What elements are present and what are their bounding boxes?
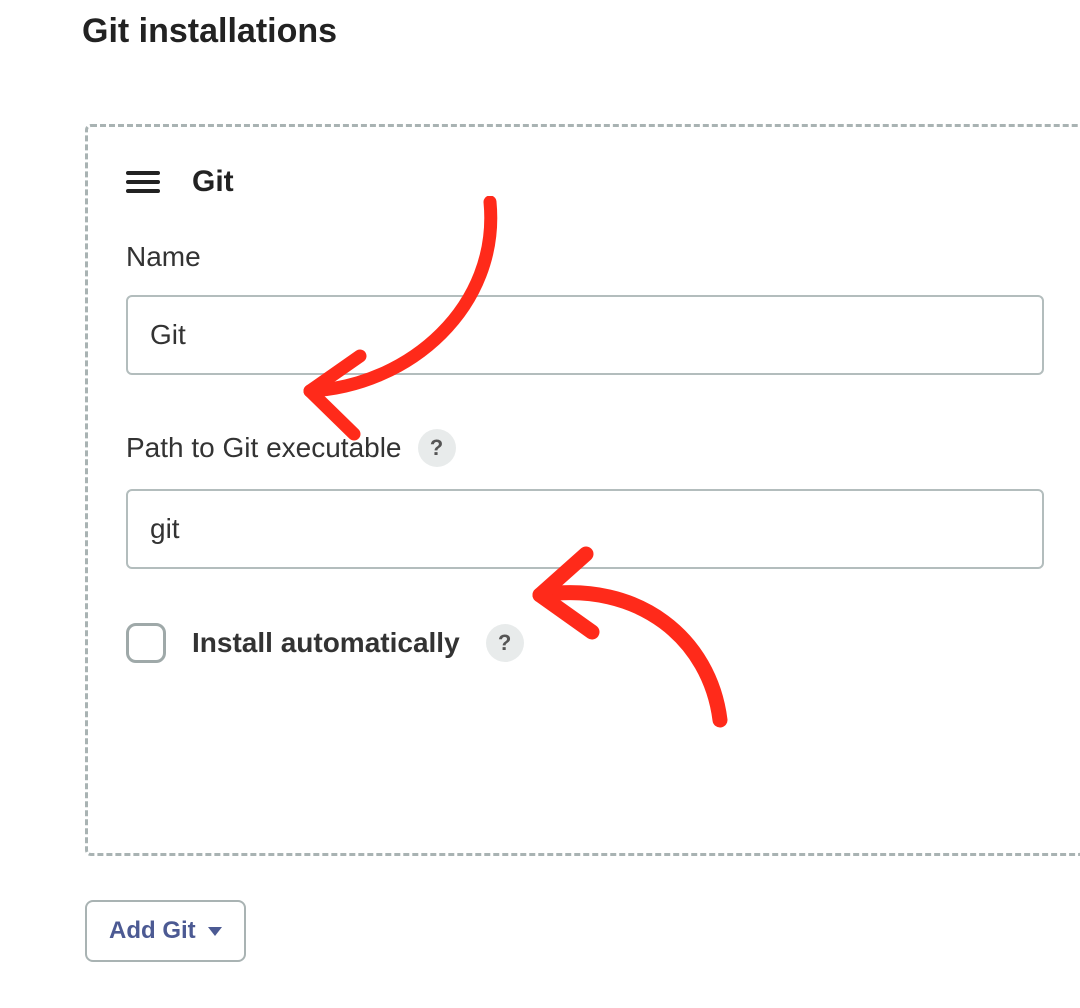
path-label: Path to Git executable <box>126 432 402 464</box>
add-git-button[interactable]: Add Git <box>85 900 246 962</box>
git-installation-panel: Git Name Path to Git executable ? Instal… <box>85 124 1080 856</box>
install-auto-label: Install automatically <box>192 627 460 659</box>
drag-handle-icon[interactable] <box>126 171 160 193</box>
entry-title: Git <box>192 165 234 199</box>
name-field-group: Name <box>126 241 1044 375</box>
caret-down-icon <box>208 927 222 936</box>
install-auto-checkbox[interactable] <box>126 623 166 663</box>
path-input[interactable] <box>126 489 1044 569</box>
help-icon[interactable]: ? <box>418 429 456 467</box>
path-field-group: Path to Git executable ? <box>126 429 1044 569</box>
name-input[interactable] <box>126 295 1044 375</box>
help-icon[interactable]: ? <box>486 624 524 662</box>
add-git-label: Add Git <box>109 917 196 945</box>
path-label-row: Path to Git executable ? <box>126 429 1044 467</box>
install-auto-row: Install automatically ? <box>126 623 1044 663</box>
section-title: Git installations <box>82 12 337 51</box>
entry-header: Git <box>126 165 1044 199</box>
name-label: Name <box>126 241 1044 273</box>
